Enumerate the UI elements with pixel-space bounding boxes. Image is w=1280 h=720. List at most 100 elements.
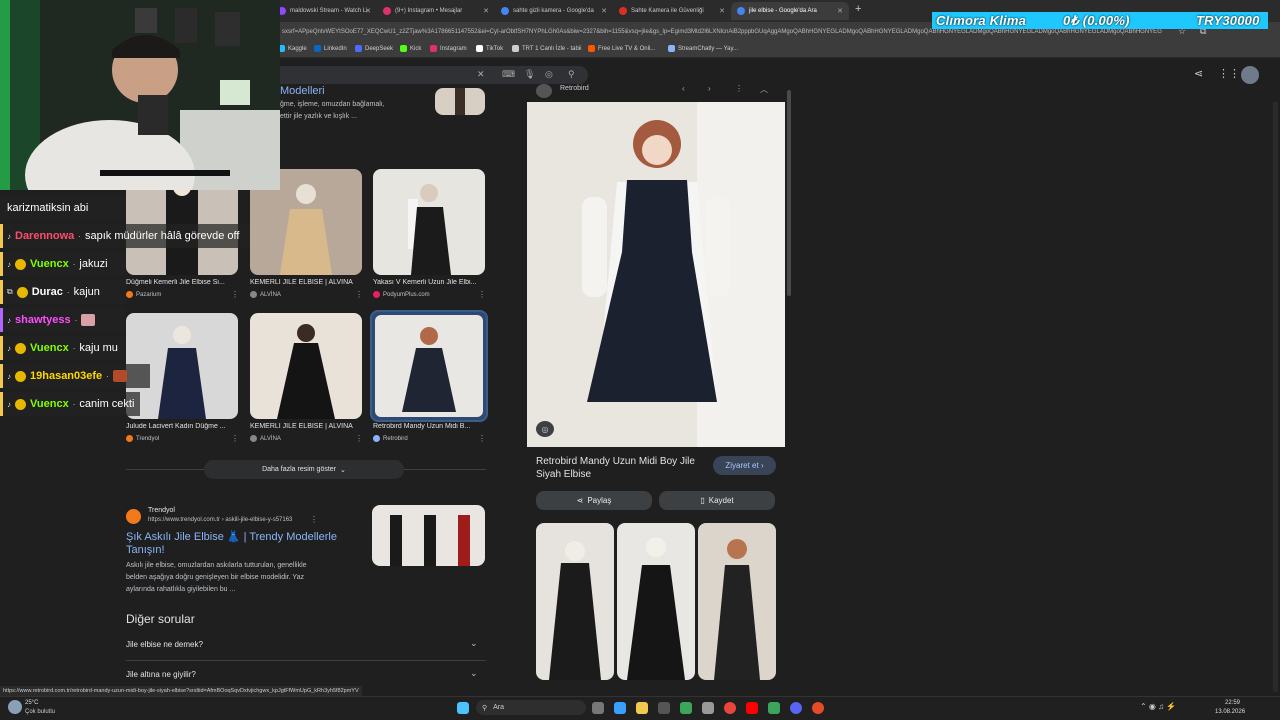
close-icon[interactable]: ✕	[837, 7, 843, 15]
result-title[interactable]: Şık Askılı Jile Elbise 👗 | Trendy Modell…	[126, 530, 337, 543]
chevron-down-icon[interactable]: ⌄	[470, 668, 478, 679]
more-options-icon[interactable]: ⋮	[231, 290, 239, 299]
chevron-down-icon[interactable]: ⌄	[470, 638, 478, 649]
image-result[interactable]	[373, 169, 485, 275]
more-images-button[interactable]: Daha fazla resim göster ⌄	[204, 460, 404, 479]
bookmark-kick[interactable]: Kick	[400, 45, 421, 52]
image-source[interactable]: Trendyol	[126, 435, 159, 442]
visit-button[interactable]: Ziyaret et ›	[713, 456, 776, 475]
panel-scrollbar[interactable]	[787, 90, 791, 296]
avatar[interactable]	[1241, 66, 1259, 84]
lens-icon[interactable]: ◎	[545, 69, 553, 80]
close-icon[interactable]: ✕	[365, 7, 371, 15]
image-caption[interactable]: Julude Lacivert Kadın Düğme ...	[126, 423, 236, 430]
preview-image[interactable]	[527, 102, 785, 447]
tab-google-search[interactable]: sahte gizli kamera - Google'da ✕	[495, 2, 613, 20]
close-icon[interactable]: ✕	[601, 7, 607, 15]
result-thumbnail[interactable]	[435, 88, 485, 115]
result-thumbnail[interactable]	[372, 505, 485, 566]
next-icon[interactable]: ›	[708, 84, 711, 93]
more-options-icon[interactable]: ⋮	[478, 434, 486, 443]
bookmark-linkedin[interactable]: LinkedIn	[314, 45, 347, 52]
close-icon[interactable]: ︿	[760, 84, 768, 95]
result-site-name[interactable]: Trendyol	[148, 507, 175, 514]
other-questions-heading: Diğer sorular	[126, 612, 195, 626]
file-explorer-icon[interactable]	[636, 702, 648, 714]
image-caption[interactable]: Düğmeli Kemerli Jile Elbise Si...	[126, 279, 236, 286]
more-options-icon[interactable]: ⋮	[355, 434, 363, 443]
youtube-icon[interactable]	[746, 702, 758, 714]
tab-jile-elbise[interactable]: jile elbise - Google'da Ara ✕	[731, 2, 849, 20]
edge-icon[interactable]	[614, 702, 626, 714]
apps-grid-icon[interactable]: ⋮⋮	[1218, 67, 1240, 80]
related-image[interactable]	[617, 523, 695, 680]
weather-temp[interactable]: 25°C	[25, 700, 38, 706]
result-url[interactable]: https://www.trendyol.com.tr › askili-jil…	[148, 517, 292, 523]
result-title[interactable]: Modelleri	[280, 85, 325, 97]
microphone-icon[interactable]: 🎙	[524, 69, 535, 80]
discord-icon[interactable]	[790, 702, 802, 714]
more-options-icon[interactable]: ⋮	[355, 290, 363, 299]
image-caption[interactable]: Yakası V Kemerli Uzun Jile Elbi...	[373, 279, 483, 286]
bookmark-trt[interactable]: TRT 1 Canlı İzle - tabii	[512, 45, 581, 52]
bookmark-deepseek[interactable]: DeepSeek	[355, 45, 393, 52]
lens-icon[interactable]: ◎	[536, 421, 554, 437]
close-icon[interactable]: ✕	[719, 7, 725, 15]
share-button[interactable]: ⋖ Paylaş	[536, 491, 652, 510]
clock-time[interactable]: 22:59	[1225, 700, 1240, 706]
bookmark-tiktok[interactable]: TikTok	[476, 45, 503, 52]
weather-icon[interactable]	[8, 700, 22, 714]
bookmark-kaggle[interactable]: Kaggle	[278, 45, 307, 52]
bookmark-free-live-tv[interactable]: Free Live TV & Onli...	[588, 45, 655, 52]
search-input[interactable]	[270, 66, 588, 84]
chrome-icon[interactable]	[724, 702, 736, 714]
more-options-icon[interactable]: ⋮	[478, 290, 486, 299]
search-icon[interactable]: ⚲	[568, 69, 575, 80]
image-result[interactable]	[250, 313, 362, 419]
app-icon[interactable]	[702, 702, 714, 714]
question-item[interactable]: Jile elbise ne demek?	[126, 640, 203, 649]
related-image[interactable]	[698, 523, 776, 680]
bookmark-instagram[interactable]: Instagram	[430, 45, 467, 52]
result-title-cont[interactable]: Tanışın!	[126, 544, 165, 556]
more-options-icon[interactable]: ⋮	[735, 84, 743, 93]
weather-desc[interactable]: Çok bulutlu	[25, 709, 55, 715]
image-source[interactable]: ALVİNA	[250, 435, 281, 442]
panel-title[interactable]: Retrobird Mandy Uzun Midi Boy Jile	[536, 456, 695, 467]
task-view-icon[interactable]	[592, 702, 604, 714]
app-icon[interactable]	[812, 702, 824, 714]
keyboard-icon[interactable]: ⌨	[502, 69, 515, 80]
panel-title-cont[interactable]: Siyah Elbise	[536, 469, 591, 480]
app-icon[interactable]	[680, 702, 692, 714]
taskbar-search[interactable]: ⚲ Ara	[476, 700, 586, 715]
app-icon[interactable]	[768, 702, 780, 714]
image-source[interactable]: Retrobird	[373, 435, 408, 442]
store-icon[interactable]	[658, 702, 670, 714]
image-source[interactable]: PodyumPlus.com	[373, 291, 430, 298]
new-tab-button[interactable]: +	[855, 3, 861, 15]
tab-instagram[interactable]: (9+) Instagram • Mesajlar ✕	[377, 2, 495, 20]
clear-icon[interactable]: ✕	[477, 69, 485, 80]
image-source[interactable]: Pazarium	[126, 291, 161, 298]
related-image[interactable]	[536, 523, 614, 680]
more-options-icon[interactable]: ⋮	[231, 434, 239, 443]
prev-icon[interactable]: ‹	[682, 84, 685, 93]
panel-source[interactable]: Retrobird	[560, 85, 589, 92]
image-source[interactable]: ALVİNA	[250, 291, 281, 298]
share-icon[interactable]: ⋖	[1194, 67, 1203, 80]
clock-date[interactable]: 13.08.2026	[1215, 709, 1245, 715]
close-icon[interactable]: ✕	[483, 7, 489, 15]
windows-start-icon[interactable]	[457, 702, 469, 714]
tab-sahte-kamera[interactable]: Sahte Kamera ile Güvenliği ✕	[613, 2, 731, 20]
question-item[interactable]: Jile altına ne giyilir?	[126, 670, 196, 679]
image-caption[interactable]: KEMERLİ JİLE ELBİSE | ALVİNA	[250, 423, 360, 430]
image-caption[interactable]: Retrobird Mandy Uzun Midi B...	[373, 423, 483, 430]
save-button[interactable]: ▯ Kaydet	[659, 491, 775, 510]
page-scrollbar[interactable]	[1273, 102, 1278, 692]
image-caption[interactable]: KEMERLİ JİLE ELBİSE | ALVİNA	[250, 279, 360, 286]
tab-twitch[interactable]: maldowski Stream - Watch Li ✕	[272, 2, 377, 20]
image-result-selected[interactable]	[370, 310, 488, 422]
tray-icons[interactable]: ⌃ ◉ ♫ ⚡	[1140, 702, 1176, 711]
bookmark-streamchatly[interactable]: StreamChatly — Yay...	[668, 45, 738, 52]
more-options-icon[interactable]: ⋮	[310, 515, 318, 524]
